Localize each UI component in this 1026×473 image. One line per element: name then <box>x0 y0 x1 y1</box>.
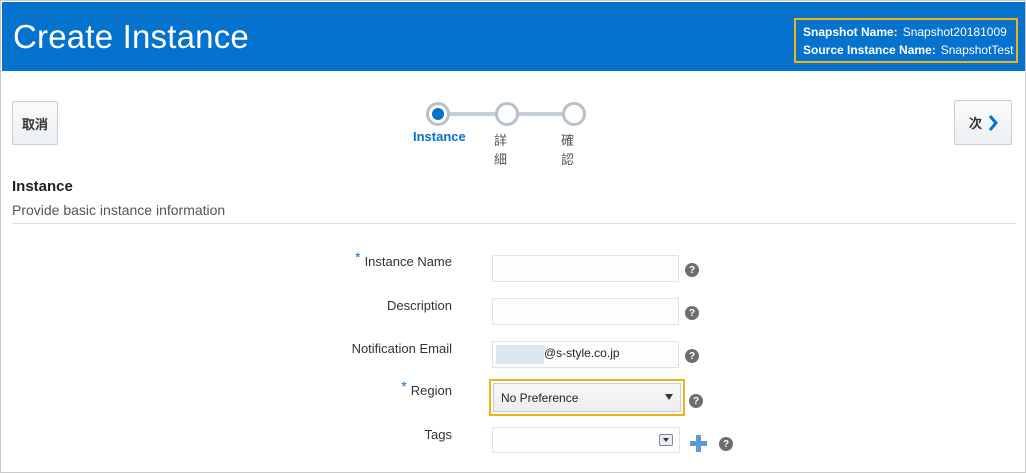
snapshot-name-label: Snapshot Name: <box>803 25 898 39</box>
region-highlight: No Preference <box>489 379 685 416</box>
source-instance-row: Source Instance Name: SnapshotTest <box>803 43 1016 61</box>
instance-name-input[interactable] <box>492 255 679 282</box>
train-connector-2 <box>515 112 567 116</box>
dropdown-arrow-icon <box>665 394 673 400</box>
tags-label: Tags <box>424 427 452 442</box>
dialog-frame: Create Instance Snapshot Name: Snapshot20… <box>0 0 1026 473</box>
notification-email-input[interactable]: @s-style.co.jp <box>492 341 679 368</box>
cancel-button[interactable]: 取消 <box>12 101 58 145</box>
region-label-text: Region <box>410 383 452 398</box>
train-step-confirm-label[interactable]: 確認 <box>561 130 574 168</box>
train-step-instance-label[interactable]: Instance <box>413 129 466 144</box>
snapshot-name-row: Snapshot Name: Snapshot20181009 <box>803 25 1016 43</box>
next-button[interactable]: 次 <box>954 100 1012 145</box>
snapshot-info-box: Snapshot Name: Snapshot20181009 Source In… <box>794 18 1018 63</box>
source-instance-label: Source Instance Name: <box>803 43 936 57</box>
redacted-email-user <box>496 345 544 364</box>
notification-email-value: @s-style.co.jp <box>544 346 620 360</box>
section-title: Instance <box>12 178 73 195</box>
instance-name-label: * Instance Name <box>252 249 452 269</box>
train-step-details[interactable] <box>495 102 519 126</box>
page-header: Create Instance Snapshot Name: Snapshot20… <box>2 2 1025 71</box>
source-instance-value: SnapshotTest <box>940 43 1014 57</box>
train-step-instance[interactable] <box>426 102 450 126</box>
train-connector-1 <box>445 112 499 116</box>
help-icon[interactable]: ? <box>689 394 703 408</box>
train-step-confirm[interactable] <box>562 102 586 126</box>
help-icon[interactable]: ? <box>719 437 733 451</box>
instance-name-label-text: Instance Name <box>364 254 452 269</box>
dropdown-arrow-icon[interactable] <box>659 434 673 446</box>
region-select[interactable]: No Preference <box>493 383 681 412</box>
description-input[interactable] <box>492 298 679 325</box>
train-step-details-label[interactable]: 詳細 <box>494 130 507 168</box>
help-icon[interactable]: ? <box>685 263 699 277</box>
add-tag-icon[interactable] <box>690 435 707 452</box>
required-marker: * <box>355 249 361 265</box>
snapshot-name-value: Snapshot20181009 <box>902 25 1007 39</box>
help-icon[interactable]: ? <box>685 306 699 320</box>
next-button-label: 次 <box>969 116 983 131</box>
chevron-right-icon <box>988 114 998 131</box>
cancel-button-label: 取消 <box>21 116 48 132</box>
description-label: Description <box>386 298 452 313</box>
help-icon[interactable]: ? <box>685 349 699 363</box>
required-marker: * <box>401 378 407 394</box>
tags-input[interactable] <box>492 427 680 453</box>
region-selected-value: No Preference <box>501 391 579 405</box>
page-title: Create Instance <box>13 18 249 55</box>
section-description: Provide basic instance information <box>12 202 226 218</box>
notification-email-label: Notification Email <box>351 341 452 356</box>
region-label: * Region <box>252 378 452 398</box>
section-divider <box>12 223 1016 224</box>
